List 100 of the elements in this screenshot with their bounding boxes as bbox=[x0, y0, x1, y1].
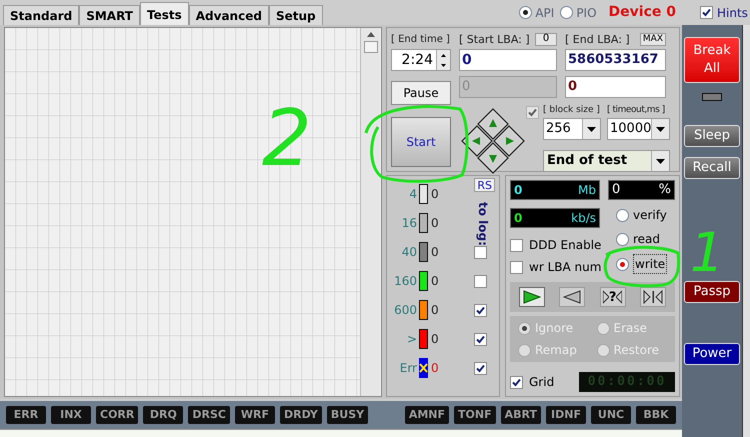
end-time-field[interactable]: 2:24 bbox=[391, 49, 451, 71]
option-label: wr LBA num bbox=[529, 259, 602, 276]
tab[interactable]: Standard bbox=[3, 5, 80, 25]
grid-label: Grid bbox=[529, 374, 556, 391]
log-checkbox[interactable] bbox=[474, 332, 487, 346]
tab[interactable]: Setup bbox=[268, 5, 323, 25]
scroll-thumb[interactable] bbox=[364, 41, 378, 53]
status-flag: INX bbox=[51, 406, 91, 424]
checkbox[interactable] bbox=[510, 260, 523, 274]
legend-label: 4 bbox=[408, 186, 418, 203]
checkbox[interactable] bbox=[510, 238, 523, 252]
end-time-label: [ End time ] bbox=[391, 35, 450, 45]
log-checkbox[interactable] bbox=[474, 246, 487, 258]
down-icon bbox=[441, 64, 446, 66]
random-label: ? bbox=[608, 290, 616, 304]
repair-label: Ignore bbox=[535, 320, 574, 337]
rs-button[interactable]: RS bbox=[474, 178, 495, 192]
percent-display: 0 % bbox=[608, 180, 675, 200]
butterfly-icon bbox=[642, 290, 663, 304]
status-flag: ABRT bbox=[500, 406, 541, 424]
reset-start-button[interactable]: 0 bbox=[535, 32, 557, 46]
timeout-label: [ timeout,ms ] bbox=[607, 106, 665, 115]
legend-label: > bbox=[406, 331, 418, 348]
legend-count: 0 bbox=[431, 302, 440, 319]
to-log-label: to log: bbox=[475, 202, 491, 246]
activity-indicator bbox=[702, 93, 722, 101]
tab[interactable]: Tests bbox=[140, 2, 189, 26]
grid-checkbox[interactable] bbox=[510, 376, 523, 388]
mode-label: read bbox=[633, 231, 660, 248]
radio-button[interactable] bbox=[616, 258, 629, 270]
end-lba-field[interactable]: 5860533167 bbox=[565, 49, 666, 71]
device-label: Device 0 bbox=[608, 3, 676, 22]
repair-label: Remap bbox=[535, 342, 577, 359]
caret-icon bbox=[656, 158, 665, 164]
hints-label: Hints bbox=[717, 4, 748, 22]
tab[interactable]: SMART bbox=[79, 5, 140, 25]
block-size-select[interactable]: 256 bbox=[543, 118, 601, 140]
radio-button[interactable] bbox=[519, 6, 532, 19]
scroll-up-icon[interactable] bbox=[366, 32, 374, 37]
legend-count: 0 bbox=[431, 244, 440, 261]
end-lba-label: [ End LBA: ] bbox=[565, 34, 630, 44]
legend-count: 0 bbox=[431, 360, 440, 377]
up-icon bbox=[441, 54, 446, 56]
status-flag: TONF bbox=[454, 406, 496, 424]
status-flag: IDNF bbox=[546, 406, 586, 424]
scrollbar[interactable] bbox=[360, 28, 380, 396]
scan-direction-button[interactable]: ? bbox=[600, 287, 626, 307]
annotation-number: 1 bbox=[690, 226, 724, 280]
end-action-select[interactable]: End of test bbox=[543, 150, 670, 172]
legend-count: 0 bbox=[431, 186, 440, 203]
legend-label: 600 bbox=[393, 302, 418, 319]
radio-button[interactable] bbox=[616, 232, 629, 246]
caret-icon bbox=[656, 126, 666, 132]
spinner[interactable] bbox=[436, 50, 450, 70]
window-scrollbar[interactable] bbox=[742, 25, 750, 437]
caret-icon bbox=[587, 126, 596, 132]
status-flag: ERR bbox=[6, 406, 46, 424]
radio-button[interactable] bbox=[616, 208, 629, 222]
error-icon bbox=[419, 358, 428, 378]
repair-label: Erase bbox=[614, 320, 648, 337]
hints-checkbox[interactable] bbox=[700, 6, 713, 19]
log-checkbox[interactable] bbox=[474, 274, 487, 288]
radio-button[interactable] bbox=[560, 6, 574, 19]
max-button[interactable]: MAX bbox=[640, 32, 666, 46]
tab[interactable]: Advanced bbox=[188, 5, 269, 25]
option-label: DDD Enable bbox=[529, 237, 602, 254]
megabytes-display: 0 Mb bbox=[510, 180, 600, 200]
status-flag: AMNF bbox=[404, 406, 450, 424]
status-flag: DRSC bbox=[188, 406, 230, 424]
timeout-select[interactable]: 10000 bbox=[607, 118, 670, 140]
status-flag: DRQ bbox=[143, 406, 184, 424]
current-end-field[interactable]: 0 bbox=[565, 76, 666, 98]
log-checkbox[interactable] bbox=[474, 304, 487, 316]
status-flag: CORR bbox=[96, 406, 138, 424]
legend-count: 0 bbox=[431, 215, 440, 232]
status-flag: WRF bbox=[234, 406, 275, 424]
start-lba-field[interactable]: 0 bbox=[459, 49, 557, 71]
sidebar-button[interactable]: Break All bbox=[684, 37, 740, 83]
start-button[interactable]: Start bbox=[391, 117, 451, 167]
sidebar-button[interactable]: Power bbox=[684, 343, 740, 365]
block-size-label: [ block size ] bbox=[543, 106, 600, 115]
pause-button[interactable]: Pause bbox=[391, 81, 451, 106]
annotation-number: 2 bbox=[262, 100, 312, 178]
status-flag: DRDY bbox=[280, 406, 322, 424]
legend-label: 40 bbox=[400, 244, 418, 261]
sidebar-button[interactable]: Sleep bbox=[684, 125, 740, 147]
scan-direction-button[interactable] bbox=[640, 287, 666, 307]
scan-direction-button[interactable] bbox=[559, 287, 586, 307]
legend-label: 160 bbox=[393, 273, 418, 290]
legend-count: 0 bbox=[431, 273, 440, 290]
mode-label: write bbox=[633, 254, 668, 274]
sidebar-button[interactable]: Recall bbox=[684, 157, 740, 179]
reverse-icon bbox=[563, 290, 582, 304]
scan-direction-button[interactable] bbox=[519, 287, 546, 307]
mode-label: verify bbox=[633, 207, 667, 224]
log-checkbox[interactable] bbox=[474, 362, 487, 374]
play-icon bbox=[523, 290, 542, 304]
sidebar-button[interactable]: Passp bbox=[684, 281, 740, 303]
direction-pad[interactable] bbox=[459, 108, 527, 174]
status-flag: UNC bbox=[591, 406, 631, 424]
